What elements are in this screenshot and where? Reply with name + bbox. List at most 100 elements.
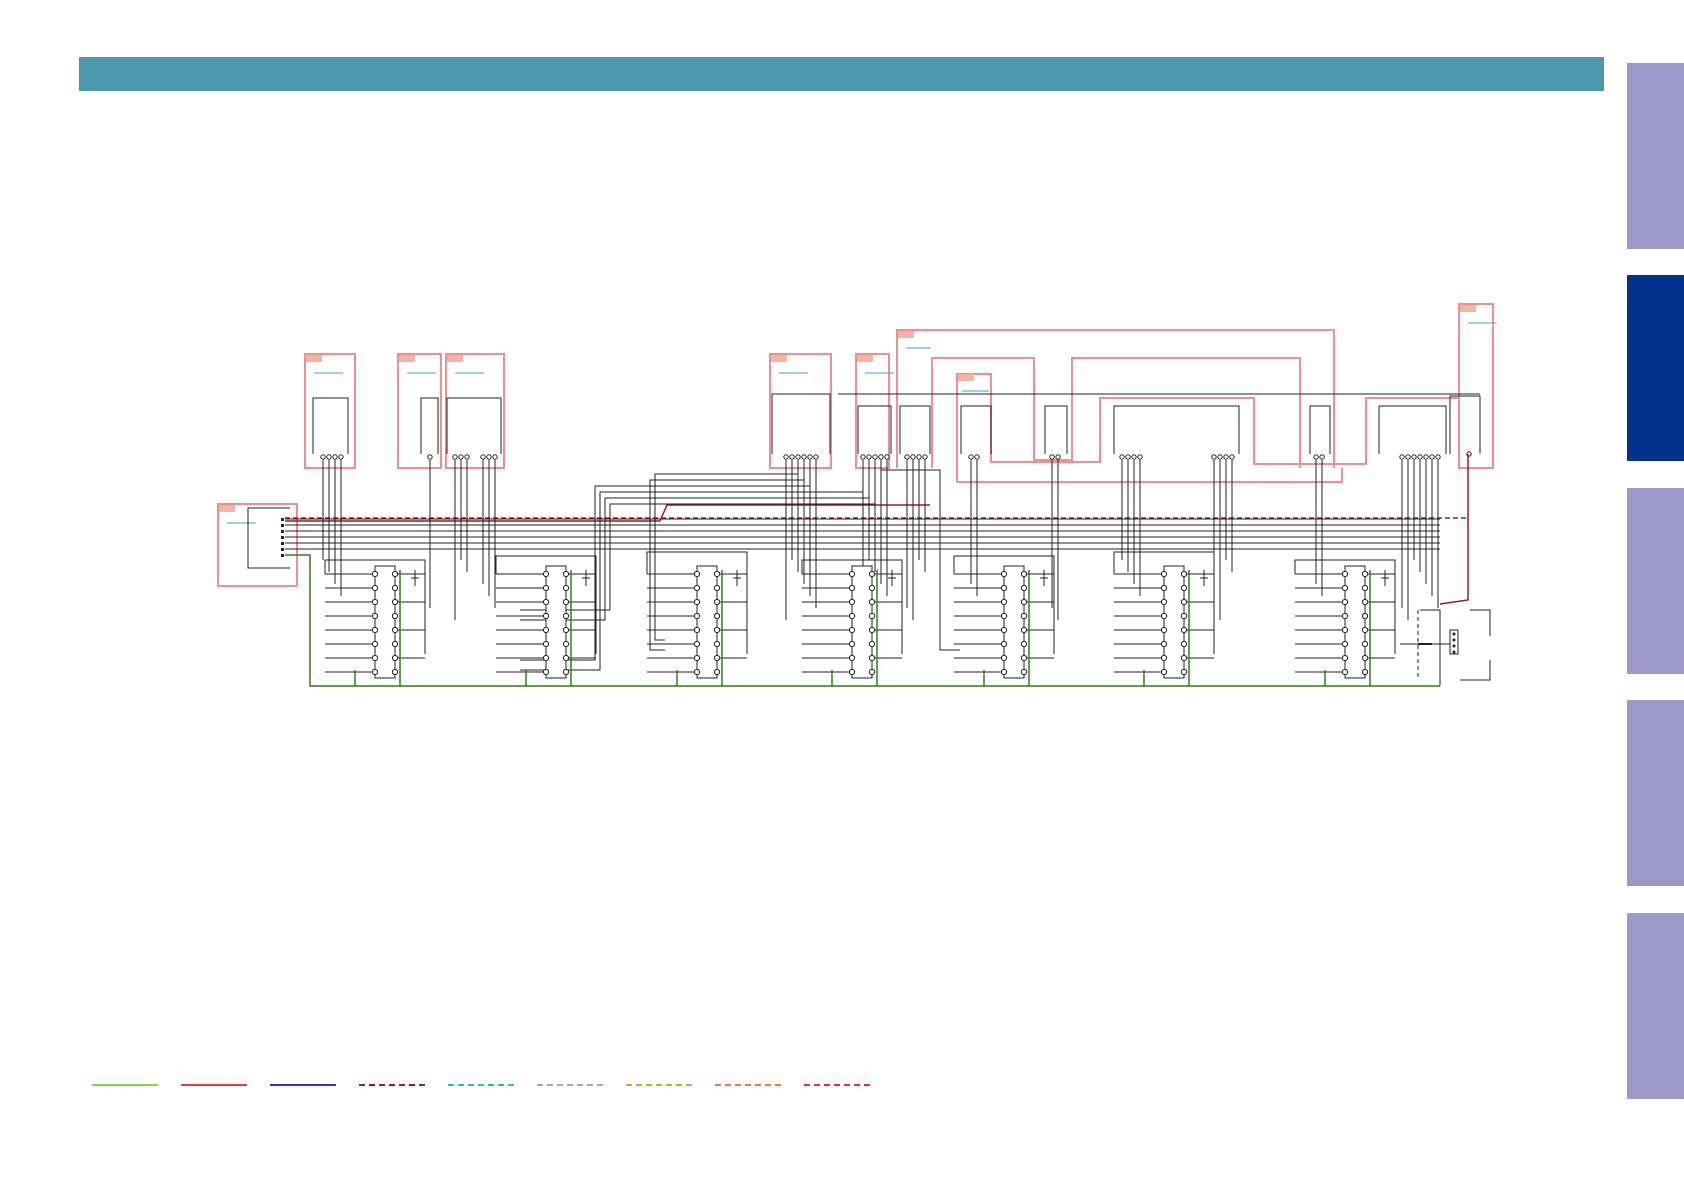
connector-header-11 — [1378, 405, 1447, 454]
ic-4-pin-l0 — [848, 570, 856, 578]
ic-2-pin-l5 — [542, 640, 550, 648]
board-loop-3 — [957, 468, 1343, 483]
ic-7-pin-l6 — [1341, 654, 1349, 662]
ic-1-pin-r0 — [391, 570, 399, 578]
board-c-tag — [447, 355, 463, 362]
ic-3-pin-l1 — [693, 584, 701, 592]
board-loop-2 — [956, 373, 1459, 482]
ic-3-pin-r4 — [713, 626, 721, 634]
connector-header-7 — [960, 405, 992, 454]
cn-j-pin-0 — [1211, 454, 1217, 460]
ic-6-pin-r3 — [1180, 612, 1188, 620]
ic-3-pin-l2 — [693, 598, 701, 606]
ic-4-pin-r7 — [868, 668, 876, 676]
cn-a-pin-2 — [332, 454, 338, 460]
ic-2 — [545, 565, 567, 679]
ic-7-pin-r6 — [1361, 654, 1369, 662]
ic-5-pin-l0 — [1000, 570, 1008, 578]
legend-line-6 — [537, 1084, 603, 1086]
ic-7-pin-l7 — [1341, 668, 1349, 676]
ic-4-pin-l7 — [848, 668, 856, 676]
ic-5-pin-r3 — [1020, 612, 1028, 620]
cn-l-pin-6 — [1435, 454, 1441, 460]
left-connector-pin-5 — [281, 548, 284, 551]
legend-line-2 — [181, 1084, 247, 1086]
ic-5-pin-r4 — [1020, 626, 1028, 634]
cn-d-pin-0 — [783, 454, 789, 460]
ic-3-pin-r3 — [713, 612, 721, 620]
cn-i-pin-3 — [1137, 454, 1143, 460]
cn-d-pin-1 — [789, 454, 795, 460]
wiring-diagram — [217, 303, 1497, 687]
board-e — [855, 353, 890, 469]
ic-7-pin-l4 — [1341, 626, 1349, 634]
ic-4-pin-r5 — [868, 640, 876, 648]
ic-4-pin-r1 — [868, 584, 876, 592]
ic-7 — [1344, 565, 1366, 679]
cn-d-pin-2 — [795, 454, 801, 460]
right-bracket-top — [1470, 609, 1491, 636]
board-left — [217, 503, 298, 587]
ic-6-pin-l1 — [1160, 584, 1168, 592]
left-connector-pin-2 — [281, 530, 284, 533]
cn-e-pin-4 — [884, 454, 890, 460]
ic-3-pin-r2 — [713, 598, 721, 606]
ic-5-pin-r5 — [1020, 640, 1028, 648]
cn-e-pin-2 — [872, 454, 878, 460]
ic-3-pin-l5 — [693, 640, 701, 648]
ic-6-pin-l5 — [1160, 640, 1168, 648]
ic-5-pin-r6 — [1020, 654, 1028, 662]
ic-6-pin-l4 — [1160, 626, 1168, 634]
ic-7-pin-l1 — [1341, 584, 1349, 592]
cn-g-pin-1 — [974, 454, 980, 460]
ic-2-pin-r0 — [562, 570, 570, 578]
ic-2-pin-r4 — [562, 626, 570, 634]
ic-2-pin-l0 — [542, 570, 550, 578]
right-terminal-pin-3 — [1452, 650, 1456, 654]
ic-5-pin-r2 — [1020, 598, 1028, 606]
cross-wire-0 — [654, 460, 799, 641]
ic-3-pin-l0 — [693, 570, 701, 578]
cn-a-pin-0 — [320, 454, 326, 460]
board-a-tag — [306, 355, 322, 362]
ic-5 — [1003, 565, 1025, 679]
ic-7-pin-r4 — [1361, 626, 1369, 634]
cn-l-pin-4 — [1423, 454, 1429, 460]
ic-6-pin-l3 — [1160, 612, 1168, 620]
ic-3-pin-r1 — [713, 584, 721, 592]
legend-line-8 — [715, 1084, 781, 1086]
ic-2-pin-l2 — [542, 598, 550, 606]
ic-3 — [696, 565, 718, 679]
board-d-tag — [771, 355, 787, 362]
ic-4-pin-l3 — [848, 612, 856, 620]
board-c — [445, 353, 505, 469]
ic-7-pin-r7 — [1361, 668, 1369, 676]
ic-1-pin-r1 — [391, 584, 399, 592]
right-part-wire — [1420, 609, 1441, 686]
connector-header-3 — [771, 393, 831, 454]
ic-1 — [374, 565, 396, 679]
right-terminal-pin-1 — [1452, 638, 1456, 642]
cross-wire-4 — [520, 460, 870, 621]
ic-5-pin-l5 — [1000, 640, 1008, 648]
cn-c2-pin-0 — [480, 454, 486, 460]
left-connector-pin-3 — [281, 536, 284, 539]
ic-1-pin-l3 — [371, 612, 379, 620]
ic-1-pin-l7 — [371, 668, 379, 676]
ic-2-pin-l6 — [542, 654, 550, 662]
ic-1-pin-l2 — [371, 598, 379, 606]
cn-e-pin-3 — [878, 454, 884, 460]
ic-4-pin-r3 — [868, 612, 876, 620]
ic-3-pin-r6 — [713, 654, 721, 662]
cn-f-pin-1 — [910, 454, 916, 460]
ic-4-pin-l4 — [848, 626, 856, 634]
cn-f-pin-2 — [916, 454, 922, 460]
ic-6-pin-l7 — [1160, 668, 1168, 676]
right-bracket-bottom — [1460, 660, 1491, 681]
connector-header-6 — [899, 405, 931, 454]
ic-6-pin-l0 — [1160, 570, 1168, 578]
connector-header-12 — [1449, 395, 1481, 454]
board-d — [769, 353, 832, 469]
ic-4-pin-r4 — [868, 626, 876, 634]
ic-4-pin-r6 — [868, 654, 876, 662]
